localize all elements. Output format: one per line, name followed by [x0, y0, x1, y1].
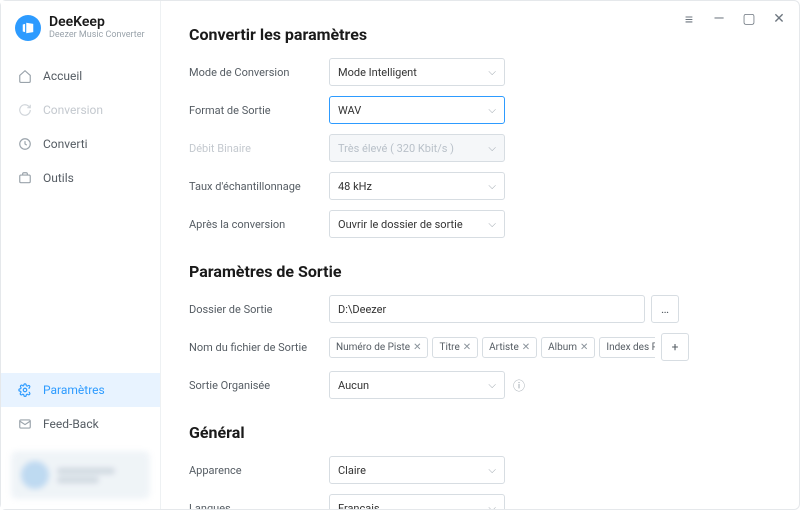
label-output-folder: Dossier de Sortie	[189, 303, 329, 316]
input-output-folder[interactable]	[329, 295, 645, 323]
user-info-blurred	[57, 465, 140, 486]
app-name: DeeKeep	[49, 15, 145, 30]
label-appearance: Apparence	[189, 464, 329, 477]
select-after-conversion[interactable]: Ouvrir le dossier de sortie ⌵	[329, 210, 505, 238]
select-sample-rate[interactable]: 48 kHz ⌵	[329, 172, 505, 200]
filename-tags: Numéro de Piste✕ Titre✕ Artiste✕ Album✕ …	[329, 337, 655, 358]
label-bitrate: Débit Binaire	[189, 142, 329, 155]
sidebar-item-label: Paramètres	[43, 383, 105, 397]
select-value: Mode Intelligent	[338, 66, 417, 79]
maximize-button[interactable]: ▢	[738, 8, 760, 30]
select-value: Très élevé ( 320 Kbit/s )	[338, 142, 454, 155]
sidebar-item-conversion: Conversion	[1, 93, 160, 127]
info-icon[interactable]: ⓘ	[513, 377, 525, 394]
briefcase-icon	[17, 170, 33, 186]
label-after-conversion: Après la conversion	[189, 218, 329, 231]
sidebar-item-feedback[interactable]: Feed-Back	[1, 407, 160, 441]
sidebar-item-tools[interactable]: Outils	[1, 161, 160, 195]
add-tag-button[interactable]: +	[661, 333, 689, 361]
chevron-down-icon: ⌵	[488, 67, 496, 78]
plus-icon: +	[672, 340, 679, 354]
select-bitrate: Très élevé ( 320 Kbit/s ) ⌵	[329, 134, 505, 162]
label-language: Langues	[189, 502, 329, 510]
home-icon	[17, 68, 33, 84]
tag-playlist-index[interactable]: Index des Playli	[599, 337, 655, 358]
clock-icon	[17, 136, 33, 152]
sidebar-item-label: Conversion	[43, 103, 103, 117]
chevron-down-icon: ⌵	[488, 219, 496, 230]
select-conversion-mode[interactable]: Mode Intelligent ⌵	[329, 58, 505, 86]
select-appearance[interactable]: Claire ⌵	[329, 456, 505, 484]
tag-title[interactable]: Titre✕	[432, 337, 478, 358]
select-value: Français	[338, 502, 380, 510]
brand: DeeKeep Deezer Music Converter	[1, 1, 160, 51]
section-output-title: Paramètres de Sortie	[189, 262, 771, 281]
chevron-down-icon: ⌵	[488, 503, 496, 510]
tag-album[interactable]: Album✕	[541, 337, 595, 358]
app-logo	[15, 15, 41, 41]
close-icon[interactable]: ✕	[522, 342, 530, 353]
select-output-format[interactable]: WAV ⌵	[329, 96, 505, 124]
label-sample-rate: Taux d'échantillonnage	[189, 180, 329, 193]
label-output-filename: Nom du fichier de Sortie	[189, 341, 329, 354]
section-general-title: Général	[189, 423, 771, 442]
label-output-format: Format de Sortie	[189, 104, 329, 117]
label-conversion-mode: Mode de Conversion	[189, 66, 329, 79]
select-value: 48 kHz	[338, 180, 372, 193]
sidebar-item-settings[interactable]: Paramètres	[1, 373, 160, 407]
ellipsis-icon: …	[661, 302, 669, 316]
sidebar-item-label: Outils	[43, 171, 74, 185]
sidebar-item-label: Accueil	[43, 69, 82, 83]
tag-track-number[interactable]: Numéro de Piste✕	[329, 337, 428, 358]
select-value: Claire	[338, 464, 366, 477]
sidebar-item-label: Converti	[43, 137, 88, 151]
chevron-down-icon: ⌵	[488, 380, 496, 391]
select-value: Ouvrir le dossier de sortie	[338, 218, 463, 231]
user-card[interactable]	[11, 451, 150, 499]
close-icon[interactable]: ✕	[413, 342, 421, 353]
sidebar-item-converted[interactable]: Converti	[1, 127, 160, 161]
browse-folder-button[interactable]: …	[651, 295, 679, 323]
chevron-down-icon: ⌵	[488, 465, 496, 476]
close-icon[interactable]: ✕	[463, 342, 471, 353]
refresh-icon	[17, 102, 33, 118]
label-output-organized: Sortie Organisée	[189, 379, 329, 392]
minimize-button[interactable]: —	[708, 8, 730, 30]
sidebar-item-home[interactable]: Accueil	[1, 59, 160, 93]
sidebar-item-label: Feed-Back	[43, 417, 99, 431]
minimize-icon: —	[714, 11, 725, 27]
select-value: WAV	[338, 104, 361, 117]
chevron-down-icon: ⌵	[488, 181, 496, 192]
select-output-organized[interactable]: Aucun ⌵	[329, 371, 505, 399]
close-icon[interactable]: ✕	[580, 342, 588, 353]
avatar	[21, 461, 49, 489]
maximize-icon: ▢	[742, 11, 755, 27]
close-icon: ✕	[773, 11, 785, 27]
app-subtitle: Deezer Music Converter	[49, 31, 145, 41]
gear-icon	[17, 382, 33, 398]
close-button[interactable]: ✕	[768, 8, 790, 30]
chevron-down-icon: ⌵	[488, 143, 496, 154]
chevron-down-icon: ⌵	[488, 105, 496, 116]
menu-button[interactable]: ≡	[678, 8, 700, 30]
hamburger-icon: ≡	[685, 11, 693, 28]
select-value: Aucun	[338, 379, 369, 392]
mail-icon	[17, 416, 33, 432]
select-language[interactable]: Français ⌵	[329, 494, 505, 509]
tag-artist[interactable]: Artiste✕	[482, 337, 537, 358]
